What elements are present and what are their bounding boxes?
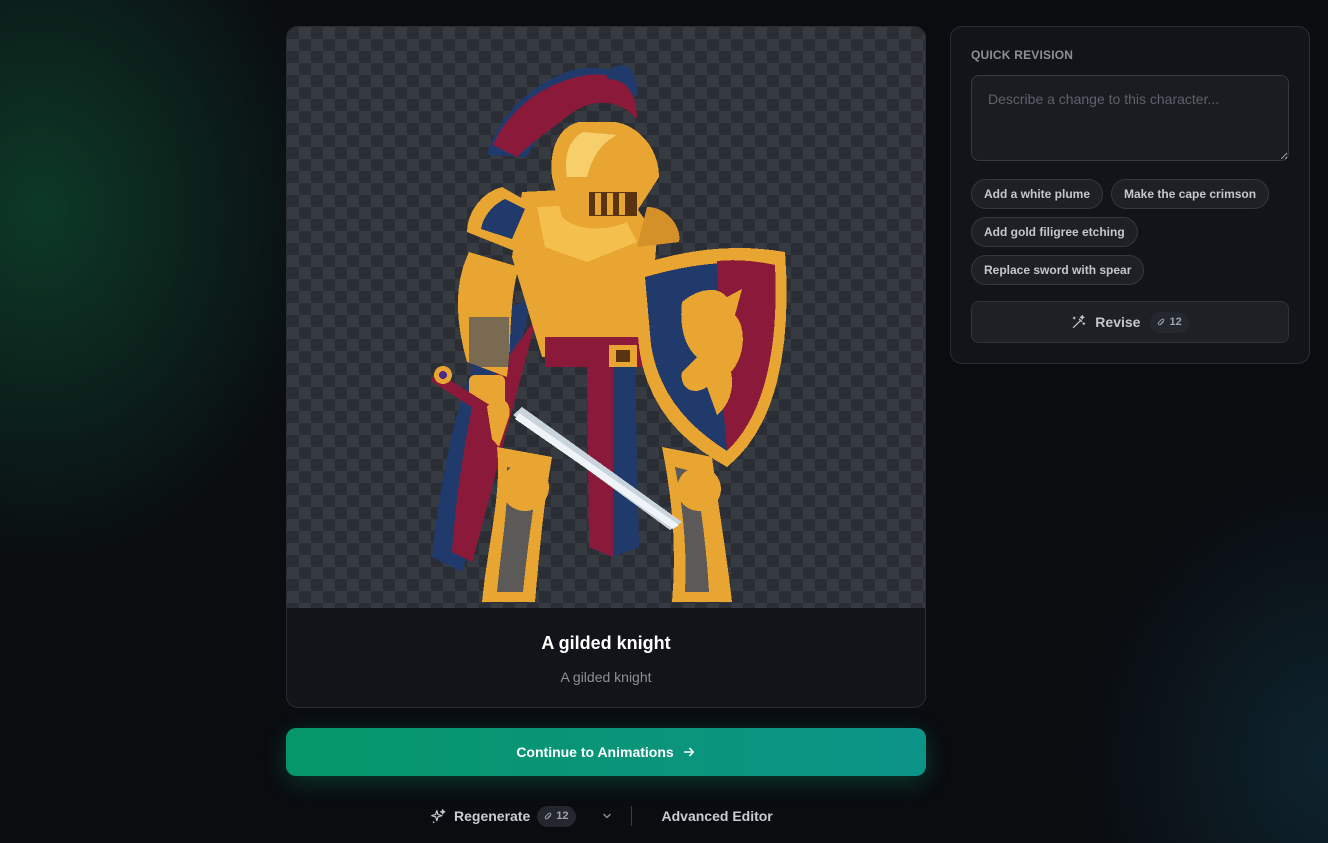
revise-button[interactable]: Revise 12 — [971, 301, 1289, 343]
regenerate-credit-badge: 12 — [537, 805, 576, 827]
transparent-canvas — [287, 27, 925, 608]
paperclip-icon — [545, 812, 552, 819]
regenerate-label: Regenerate — [454, 808, 531, 824]
advanced-editor-button[interactable]: Advanced Editor — [662, 808, 773, 824]
revision-suggestions: Add a white plume Make the cape crimson … — [971, 179, 1291, 285]
character-preview-card: A gilded knight A gilded knight — [286, 26, 926, 708]
paperclip-icon — [1158, 318, 1165, 325]
secondary-actions-bar: Regenerate 12 Advanced Editor — [430, 802, 773, 830]
action-divider — [630, 806, 632, 826]
suggestion-chip[interactable]: Add gold filigree etching — [971, 217, 1138, 247]
sparkles-icon — [431, 808, 446, 823]
character-caption: A gilded knight A gilded knight — [287, 608, 925, 707]
continue-label: Continue to Animations — [516, 744, 674, 760]
chevron-down-icon — [602, 813, 611, 819]
suggestion-chip[interactable]: Make the cape crimson — [1111, 179, 1270, 209]
regenerate-options-dropdown[interactable] — [600, 809, 614, 823]
character-title: A gilded knight — [541, 633, 671, 653]
knight-sprite-image — [431, 65, 787, 602]
character-subtitle: A gilded knight — [560, 669, 652, 685]
suggestion-chip[interactable]: Replace sword with spear — [971, 255, 1145, 285]
regenerate-cost: 12 — [556, 810, 569, 822]
revise-credit-badge: 12 — [1150, 311, 1189, 333]
magic-wand-icon — [1073, 315, 1086, 329]
revise-label: Revise — [1095, 314, 1141, 330]
regenerate-button[interactable]: Regenerate 12 — [430, 805, 576, 827]
quick-revision-heading: QUICK REVISION — [971, 48, 1074, 62]
revise-cost: 12 — [1169, 316, 1182, 328]
revision-description-input[interactable] — [971, 75, 1289, 161]
quick-revision-panel: QUICK REVISION Add a white plume Make th… — [950, 26, 1310, 364]
continue-to-animations-button[interactable]: Continue to Animations — [286, 728, 926, 776]
suggestion-chip[interactable]: Add a white plume — [971, 179, 1104, 209]
arrow-right-icon — [683, 747, 694, 757]
